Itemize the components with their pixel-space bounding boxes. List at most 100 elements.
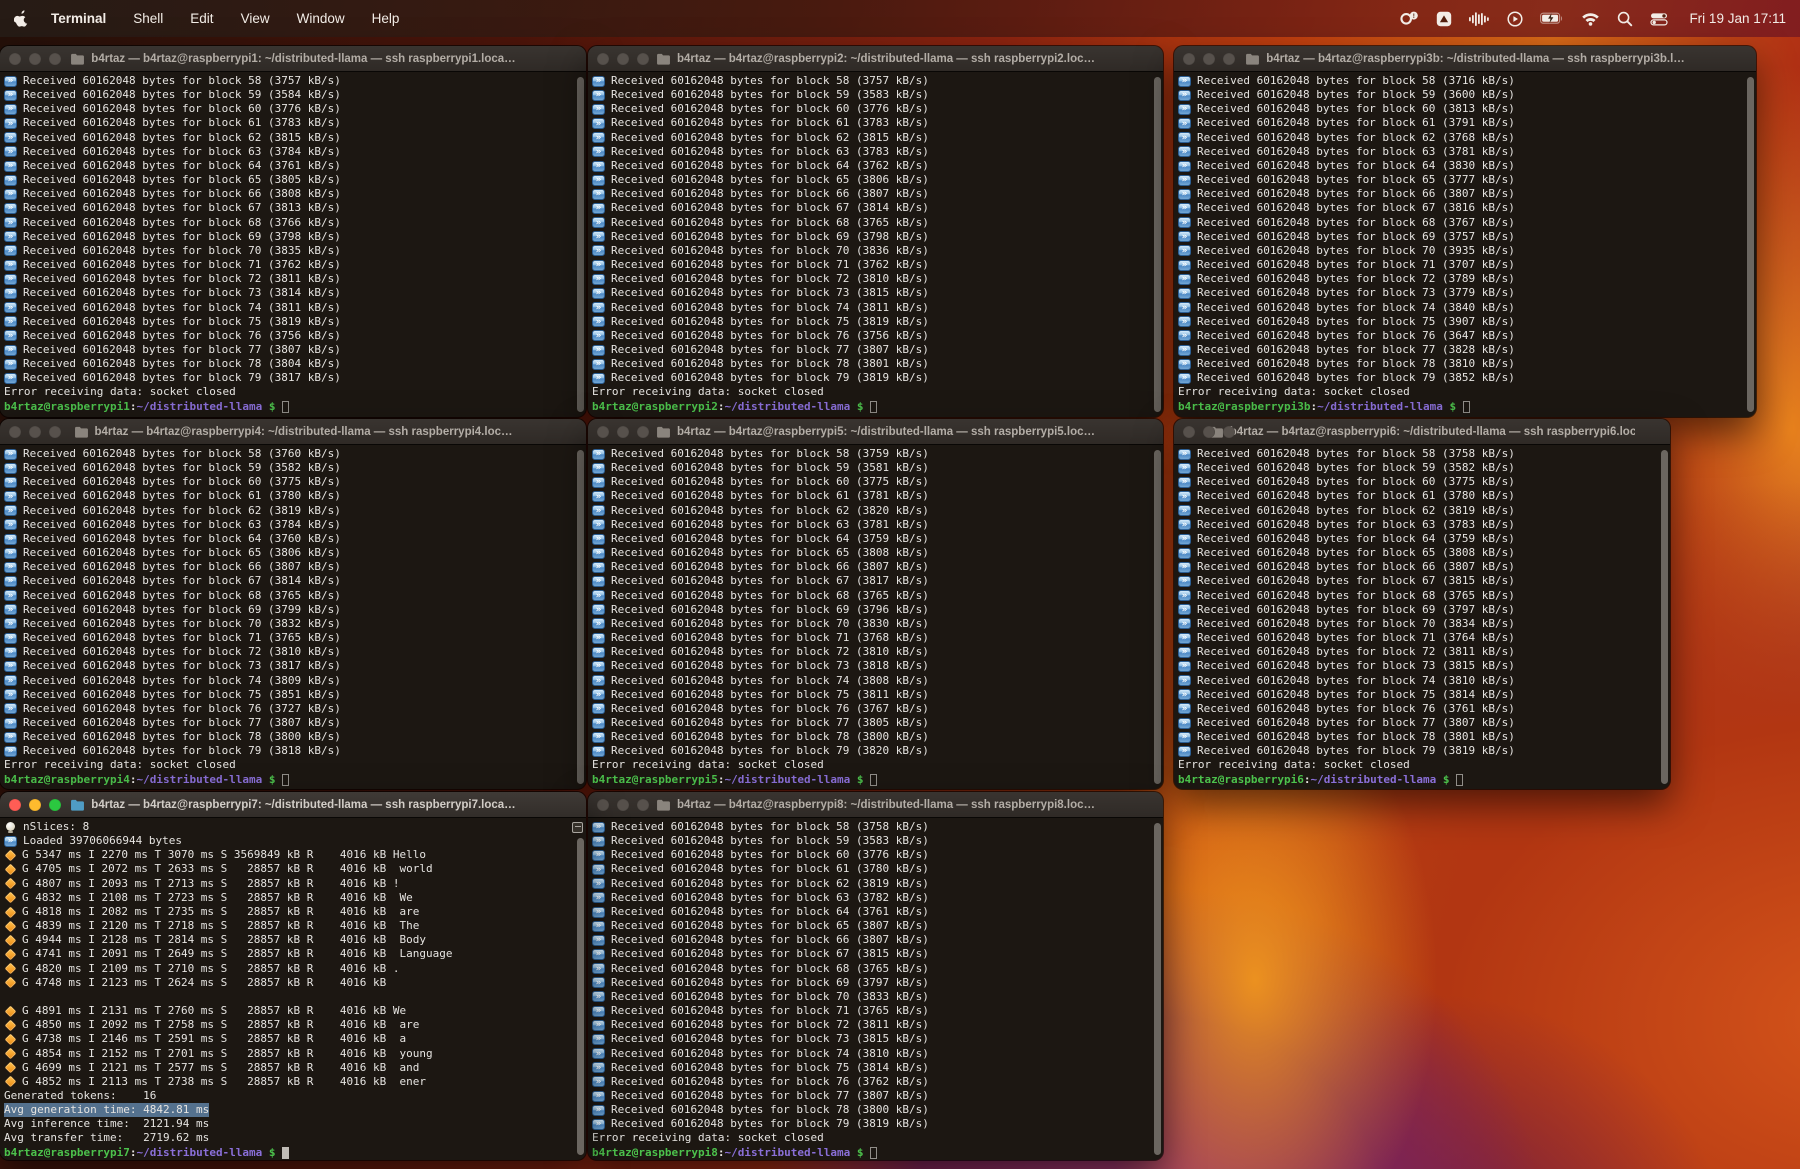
line-text: Received 60162048 bytes for block 60 (37… — [23, 102, 341, 116]
close-button[interactable] — [597, 425, 609, 438]
window-titlebar[interactable]: b4rtaz — b4rtaz@raspberrypi6: ~/distribu… — [1174, 419, 1670, 445]
terminal-body[interactable]: » Received 60162048 bytes for block 58 (3… — [1174, 72, 1756, 417]
minimize-button[interactable] — [29, 798, 41, 811]
terminal-window-raspberrypi7[interactable]: b4rtaz — b4rtaz@raspberrypi7: ~/distribu… — [0, 792, 586, 1160]
window-titlebar[interactable]: b4rtaz — b4rtaz@raspberrypi4: ~/distribu… — [0, 419, 586, 445]
line-text: Received 60162048 bytes for block 73 (38… — [1197, 659, 1515, 673]
terminal-body[interactable]: » Received 60162048 bytes for block 58 (3… — [588, 72, 1163, 417]
menu-item-terminal[interactable]: Terminal — [51, 11, 106, 26]
window-titlebar[interactable]: b4rtaz — b4rtaz@raspberrypi5: ~/distribu… — [588, 419, 1163, 445]
terminal-line: » Received 60162048 bytes for block 73 (3… — [4, 286, 586, 300]
control-center-icon[interactable] — [1650, 12, 1669, 26]
close-button[interactable] — [9, 52, 21, 65]
battery-charging-icon[interactable] — [1540, 12, 1564, 25]
terminal-window-raspberrypi6[interactable]: b4rtaz — b4rtaz@raspberrypi6: ~/distribu… — [1174, 419, 1670, 789]
menu-item-view[interactable]: View — [241, 11, 270, 26]
scrollbar-thumb[interactable] — [577, 77, 584, 412]
zoom-button[interactable] — [49, 798, 61, 811]
scrollbar-thumb[interactable] — [1747, 77, 1754, 412]
fast-forward-icon: » — [592, 934, 605, 946]
close-button[interactable] — [9, 425, 21, 438]
minimize-button[interactable] — [29, 425, 41, 438]
zoom-button[interactable] — [637, 52, 649, 65]
fast-forward-icon: » — [592, 689, 605, 701]
zoom-button[interactable] — [1223, 52, 1235, 65]
minimize-button[interactable] — [617, 798, 629, 811]
terminal-window-raspberrypi2[interactable]: b4rtaz — b4rtaz@raspberrypi2: ~/distribu… — [588, 46, 1163, 417]
scrollbar-thumb[interactable] — [1154, 823, 1161, 1155]
menu-item-window[interactable]: Window — [297, 11, 345, 26]
terminal-body[interactable]: » Received 60162048 bytes for block 58 (3… — [0, 445, 586, 789]
close-button[interactable] — [1183, 52, 1195, 65]
terminal-body[interactable]: nSlices: 8 » Loaded 39706066944 bytes G 534… — [0, 818, 586, 1160]
scrollbar-thumb[interactable] — [1154, 450, 1161, 784]
terminal-line: » Received 60162048 bytes for block 69 (3… — [592, 976, 1163, 990]
close-button[interactable] — [597, 52, 609, 65]
menu-item-help[interactable]: Help — [372, 11, 400, 26]
menu-items: Terminal Shell Edit View Window Help — [51, 11, 399, 26]
folder-icon — [74, 426, 89, 438]
line-text: Received 60162048 bytes for block 66 (38… — [611, 560, 929, 574]
wifi-icon[interactable] — [1581, 12, 1600, 26]
minimize-button[interactable] — [617, 52, 629, 65]
search-icon[interactable] — [1617, 11, 1633, 27]
scrollbar-thumb[interactable] — [1661, 450, 1668, 784]
play-icon[interactable] — [1507, 10, 1523, 27]
scrollbar-thumb[interactable] — [577, 838, 584, 1155]
scrollbar-thumb[interactable] — [1154, 77, 1161, 412]
terminal-window-raspberrypi5[interactable]: b4rtaz — b4rtaz@raspberrypi5: ~/distribu… — [588, 419, 1163, 789]
minimize-button[interactable] — [1203, 52, 1215, 65]
minimize-button[interactable] — [1203, 425, 1215, 438]
prompt-symbol: $ — [850, 1145, 871, 1159]
close-button[interactable] — [1183, 425, 1195, 438]
terminal-line: Avg transfer time: 2719.62 ms — [4, 1131, 586, 1145]
fast-forward-icon: » — [592, 977, 605, 989]
zoom-button[interactable] — [637, 798, 649, 811]
triangle-app-icon[interactable] — [1436, 11, 1452, 27]
menu-clock[interactable]: Fri 19 Jan 17:11 — [1689, 11, 1786, 26]
terminal-window-raspberrypi1[interactable]: b4rtaz — b4rtaz@raspberrypi1: ~/distribu… — [0, 46, 586, 417]
terminal-body[interactable]: » Received 60162048 bytes for block 58 (3… — [0, 72, 586, 417]
scrollbar-thumb[interactable] — [577, 450, 584, 784]
terminal-line: » Received 60162048 bytes for block 72 (3… — [592, 272, 1163, 286]
zoom-button[interactable] — [1223, 425, 1235, 438]
terminal-body[interactable]: » Received 60162048 bytes for block 58 (3… — [588, 445, 1163, 789]
minimize-button[interactable] — [617, 425, 629, 438]
line-text: Received 60162048 bytes for block 67 (38… — [23, 201, 341, 215]
line-text: Received 60162048 bytes for block 62 (38… — [23, 503, 341, 517]
waveform-icon[interactable] — [1469, 11, 1490, 27]
line-text: G 4839 ms I 2120 ms T 2718 ms S 28857 kB… — [22, 919, 420, 933]
close-button[interactable] — [9, 798, 21, 811]
window-titlebar[interactable]: b4rtaz — b4rtaz@raspberrypi7: ~/distribu… — [0, 792, 586, 818]
line-text: Received 60162048 bytes for block 68 (37… — [23, 215, 341, 229]
menu-item-edit[interactable]: Edit — [190, 11, 213, 26]
apple-menu-icon[interactable] — [14, 10, 29, 27]
minimize-button[interactable] — [29, 52, 41, 65]
line-text: Received 60162048 bytes for block 66 (38… — [23, 187, 341, 201]
zoom-button[interactable] — [49, 52, 61, 65]
window-titlebar[interactable]: b4rtaz — b4rtaz@raspberrypi3b: ~/distrib… — [1174, 46, 1756, 72]
fast-forward-icon: » — [4, 590, 17, 602]
window-titlebar[interactable]: b4rtaz — b4rtaz@raspberrypi8: ~/distribu… — [588, 792, 1163, 818]
terminal-line: Error receiving data: socket closed — [1178, 758, 1670, 772]
fast-forward-icon: » — [592, 146, 605, 158]
scrollback-indicator[interactable] — [572, 822, 583, 833]
menu-item-shell[interactable]: Shell — [133, 11, 163, 26]
diamond-icon — [4, 849, 17, 862]
terminal-window-raspberrypi8[interactable]: b4rtaz — b4rtaz@raspberrypi8: ~/distribu… — [588, 792, 1163, 1160]
stats-warning-icon[interactable]: ! — [1399, 11, 1419, 27]
terminal-window-raspberrypi4[interactable]: b4rtaz — b4rtaz@raspberrypi4: ~/distribu… — [0, 419, 586, 789]
line-text: Received 60162048 bytes for block 77 (38… — [23, 715, 341, 729]
fast-forward-icon: » — [4, 745, 17, 757]
window-titlebar[interactable]: b4rtaz — b4rtaz@raspberrypi1: ~/distribu… — [0, 46, 586, 72]
folder-icon — [1245, 53, 1260, 65]
window-titlebar[interactable]: b4rtaz — b4rtaz@raspberrypi2: ~/distribu… — [588, 46, 1163, 72]
zoom-button[interactable] — [637, 425, 649, 438]
zoom-button[interactable] — [49, 425, 61, 438]
fast-forward-icon: » — [1178, 462, 1191, 474]
terminal-window-raspberrypi3b[interactable]: b4rtaz — b4rtaz@raspberrypi3b: ~/distrib… — [1174, 46, 1756, 417]
line-text: Received 60162048 bytes for block 74 (38… — [1197, 300, 1515, 314]
terminal-body[interactable]: » Received 60162048 bytes for block 58 (3… — [588, 818, 1163, 1160]
close-button[interactable] — [597, 798, 609, 811]
terminal-body[interactable]: » Received 60162048 bytes for block 58 (3… — [1174, 445, 1670, 789]
